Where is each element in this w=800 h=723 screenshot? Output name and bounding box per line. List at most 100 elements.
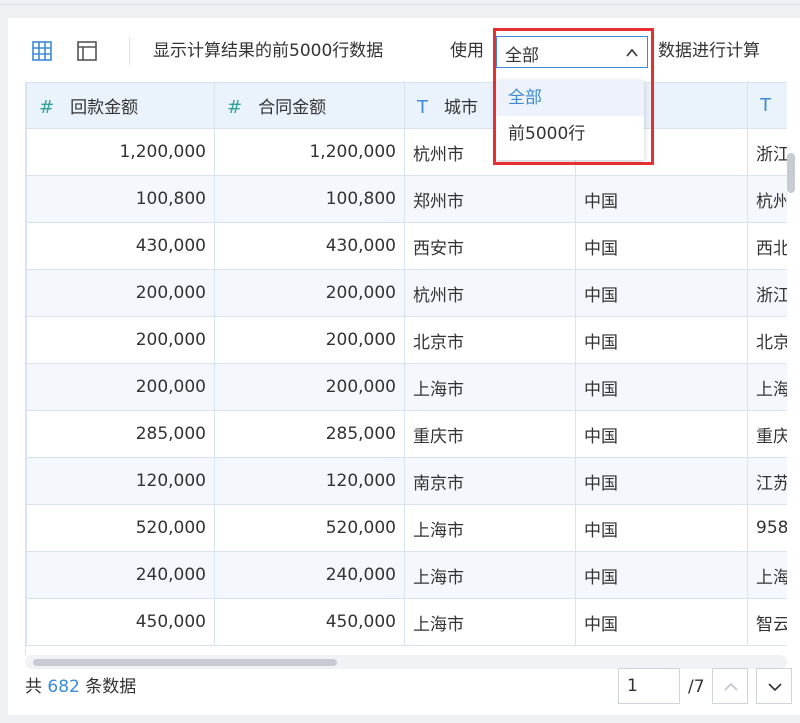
horizontal-scrollbar[interactable] — [25, 655, 787, 669]
table-cell: 北京市 — [404, 316, 576, 364]
table-cell: 中国 — [575, 222, 748, 270]
table-cell: 西北 — [747, 222, 787, 270]
column-header-0[interactable]: # 回款金额 — [26, 82, 215, 129]
dropdown-option-top5000[interactable]: 前5000行 — [496, 116, 644, 152]
table-row: 200,000 200,000 北京市 中国 北京 — [26, 316, 787, 364]
use-label: 使用 — [450, 41, 484, 61]
table-cell: 江苏 — [747, 457, 787, 505]
toolbar-divider — [129, 37, 130, 65]
prev-page-button[interactable] — [712, 668, 748, 704]
chevron-down-icon — [768, 683, 782, 692]
horizontal-scroll-thumb[interactable] — [33, 659, 337, 666]
data-preview-panel: 显示计算结果的前5000行数据 使用 全部 数据进行计算 # 回款金额 # 合同金额 T… — [8, 18, 800, 715]
text-type-icon: T — [417, 97, 428, 118]
table-cell: 南京市 — [404, 457, 576, 505]
table-cell: 中国 — [575, 363, 748, 411]
table-cell: 200,000 — [214, 269, 405, 317]
table-row: 200,000 200,000 杭州市 中国 浙江 — [26, 269, 787, 317]
table-cell: 杭州市 — [404, 269, 576, 317]
table-header-row: #回款金额#合同金额T城市TT — [26, 82, 787, 129]
table-cell: 中国 — [575, 504, 748, 552]
table-cell: 430,000 — [214, 222, 405, 270]
number-type-icon: # — [227, 97, 243, 118]
table-cell: 郑州市 — [404, 175, 576, 223]
text-type-icon: T — [760, 95, 771, 116]
table-cell: 200,000 — [26, 316, 215, 364]
table-row: 520,000 520,000 上海市 中国 958 — [26, 504, 787, 552]
table-cell: 1,200,000 — [26, 128, 215, 176]
table-row: 240,000 240,000 上海市 中国 上海 — [26, 551, 787, 599]
compute-label: 数据进行计算 — [658, 41, 760, 61]
chevron-up-icon — [724, 682, 738, 691]
table-cell: 958 — [747, 504, 787, 552]
table-cell: 西安市 — [404, 222, 576, 270]
table-cell: 智云 — [747, 598, 787, 646]
table-cell: 520,000 — [26, 504, 215, 552]
result-limit-label: 显示计算结果的前5000行数据 — [153, 41, 384, 61]
toolbar: 显示计算结果的前5000行数据 使用 全部 数据进行计算 — [8, 18, 800, 82]
table-row: 1,200,000 1,200,000 杭州市 浙江 — [26, 128, 787, 176]
table-cell: 200,000 — [214, 316, 405, 364]
table-cell: 240,000 — [26, 551, 215, 599]
table-cell: 中国 — [575, 175, 748, 223]
table-cell: 100,800 — [214, 175, 405, 223]
calc-range-dropdown: 全部 前5000行 — [496, 80, 644, 160]
table-cell: 浙江 — [747, 269, 787, 317]
total-count: 共 682 条数据 — [25, 676, 136, 698]
table-row: 100,800 100,800 郑州市 中国 杭州 — [26, 175, 787, 223]
top-divider — [0, 4, 800, 5]
panel-view-icon[interactable] — [76, 40, 98, 62]
table-view-icon[interactable] — [31, 40, 53, 62]
calc-range-select[interactable]: 全部 — [496, 36, 648, 68]
page-total: /7 — [688, 677, 705, 697]
table-cell: 240,000 — [214, 551, 405, 599]
table-cell: 上海 — [747, 551, 787, 599]
column-label: 合同金额 — [258, 98, 327, 118]
table-row: 285,000 285,000 重庆市 中国 重庆 — [26, 410, 787, 458]
total-suffix: 条数据 — [85, 677, 137, 697]
total-prefix: 共 — [25, 677, 42, 697]
select-value: 全部 — [505, 46, 539, 66]
table-cell: 北京 — [747, 316, 787, 364]
page-number-input[interactable] — [618, 668, 680, 704]
table-cell: 上海市 — [404, 598, 576, 646]
chevron-up-icon — [625, 45, 639, 59]
table-cell: 杭州 — [747, 175, 787, 223]
vertical-scroll-thumb[interactable] — [787, 153, 795, 193]
dropdown-option-all[interactable]: 全部 — [496, 80, 644, 116]
table-row: 430,000 430,000 西安市 中国 西北 — [26, 222, 787, 270]
next-page-button[interactable] — [756, 668, 792, 704]
table-cell: 430,000 — [26, 222, 215, 270]
table-cell: 200,000 — [214, 363, 405, 411]
table-cell: 重庆 — [747, 410, 787, 458]
table-cell: 上海 — [747, 363, 787, 411]
total-count-value: 682 — [47, 677, 80, 697]
table-cell: 100,800 — [26, 175, 215, 223]
table-cell: 285,000 — [26, 410, 215, 458]
table-cell: 中国 — [575, 457, 748, 505]
table-cell: 上海市 — [404, 551, 576, 599]
data-table: #回款金额#合同金额T城市TT 1,200,0001,200,000杭州市浙江1… — [26, 82, 787, 646]
table-cell: 中国 — [575, 316, 748, 364]
column-label: 城市 — [444, 98, 478, 118]
table-cell: 200,000 — [26, 363, 215, 411]
table-cell: 浙江 — [747, 128, 787, 176]
table-row: 120,000 120,000 南京市 中国 江苏 — [26, 457, 787, 505]
number-type-icon: # — [39, 97, 55, 118]
table-cell: 上海市 — [404, 504, 576, 552]
column-header-4[interactable]: T — [747, 82, 787, 129]
table-row: 450,000 450,000 上海市 中国 智云 — [26, 598, 787, 646]
data-table-container: #回款金额#合同金额T城市TT 1,200,0001,200,000杭州市浙江1… — [25, 82, 787, 655]
table-cell: 重庆市 — [404, 410, 576, 458]
table-cell: 450,000 — [214, 598, 405, 646]
column-header-1[interactable]: # 合同金额 — [214, 82, 405, 129]
table-cell: 1,200,000 — [214, 128, 405, 176]
table-cell: 200,000 — [26, 269, 215, 317]
table-cell: 285,000 — [214, 410, 405, 458]
table-row: 200,000 200,000 上海市 中国 上海 — [26, 363, 787, 411]
table-cell: 520,000 — [214, 504, 405, 552]
table-cell: 上海市 — [404, 363, 576, 411]
table-cell: 中国 — [575, 410, 748, 458]
table-cell: 中国 — [575, 269, 748, 317]
table-cell: 中国 — [575, 551, 748, 599]
